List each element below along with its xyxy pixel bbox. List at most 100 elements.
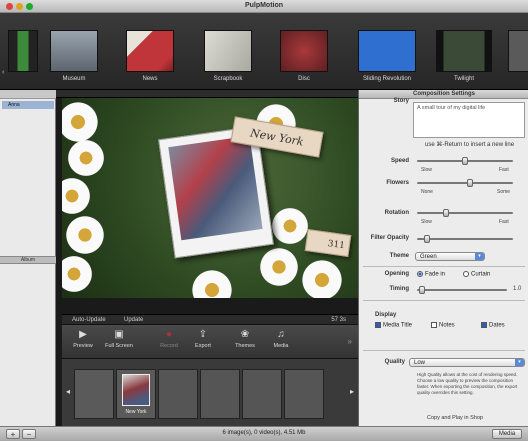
flowers-max-label: Some [497, 189, 511, 195]
theme-item-twilight[interactable]: Twilight [436, 30, 492, 88]
theme-item-7[interactable] [508, 30, 528, 88]
filter-opacity-slider[interactable] [417, 235, 513, 243]
rotation-slider[interactable] [417, 209, 513, 217]
rotation-min-label: Slow [421, 219, 432, 225]
section-divider [363, 350, 525, 351]
daisy-decoration [270, 206, 310, 246]
strip-left-arrow-icon[interactable]: ‹ [2, 69, 4, 76]
theme-label: Scrapbook [213, 76, 243, 82]
filmstrip-right-arrow-icon[interactable]: ▸ [348, 387, 356, 396]
media-toggle-button[interactable]: Media [492, 429, 522, 439]
quality-label: Quality [384, 359, 405, 365]
status-bar: + − 6 image(s), 0 video(s), 4.51 Mb Medi… [0, 426, 528, 441]
speed-max-label: Fast [499, 167, 509, 173]
chevron-down-icon: ▾ [515, 359, 524, 366]
checkbox-label: Dates [489, 322, 505, 329]
theme-item-museum[interactable]: Museum [50, 30, 98, 88]
theme-item-sliding-revolution[interactable]: Sliding Revolution [358, 30, 416, 88]
timing-slider-knob[interactable] [418, 286, 425, 294]
preview-button[interactable]: ▶ Preview [66, 328, 100, 358]
section-divider [363, 266, 525, 267]
opening-fade-in-radio[interactable]: Fade in [417, 271, 445, 278]
dates-checkbox[interactable]: Dates [481, 322, 505, 329]
media-label: Media [273, 343, 289, 349]
rotation-slider-knob[interactable] [442, 209, 449, 217]
theme-item-news[interactable]: News [126, 30, 174, 88]
filter-opacity-slider-knob[interactable] [423, 235, 430, 243]
sidebar-item-album[interactable]: Anna [2, 101, 54, 109]
toolbar-more-icon[interactable]: » [348, 337, 352, 346]
export-icon: ⇪ [198, 329, 208, 340]
speed-slider-knob[interactable] [462, 157, 468, 165]
window-title: PulpMotion [244, 2, 284, 9]
daisy-decoration [62, 254, 94, 294]
checkbox-label: Media Title [383, 322, 413, 329]
main-toolbar: ▶ Preview ▣ Full Screen ● Record ⇪ Expor… [62, 324, 358, 358]
filmstrip-left-arrow-icon[interactable]: ◂ [64, 387, 72, 396]
notes-checkbox[interactable]: Notes [431, 322, 455, 329]
timing-slider[interactable] [417, 286, 507, 294]
checkbox-box [431, 322, 437, 328]
filmstrip-frame-selected[interactable]: New York [116, 369, 156, 419]
full-screen-label: Full Screen [105, 343, 133, 349]
quality-select-value: Low [414, 360, 426, 366]
quality-note: High Quality allows at the cost of rende… [417, 372, 518, 395]
story-textarea[interactable]: A small tour of my digital life [413, 102, 525, 138]
sidebar-separator-label: Album [20, 257, 36, 263]
theme-select[interactable]: Green ▾ [415, 252, 485, 261]
radio-label: Curtain [471, 271, 491, 278]
daisy-decoration [258, 246, 300, 288]
story-label: Story [393, 98, 409, 104]
checkbox-label: Notes [439, 322, 455, 329]
copy-play-link[interactable]: Copy and Play in Shop [427, 415, 483, 421]
opening-curtain-radio[interactable]: Curtain [463, 271, 490, 278]
theme-thumbnail [436, 30, 492, 72]
theme-thumbnail [508, 30, 528, 72]
photo-image [168, 135, 263, 241]
sidebar-separator: Album [0, 256, 56, 264]
theme-label: News [142, 76, 158, 82]
speed-label: Speed [390, 158, 409, 164]
theme-item-disc[interactable]: Disc [280, 30, 328, 88]
filmstrip-slot[interactable] [284, 369, 324, 419]
speed-slider[interactable] [417, 157, 513, 165]
flowers-slider-knob[interactable] [466, 179, 473, 187]
filmstrip-slot[interactable] [200, 369, 240, 419]
theme-item-scrapbook[interactable]: Scrapbook [204, 30, 252, 88]
record-button[interactable]: ● Record [152, 328, 186, 358]
chevron-down-icon: ▾ [475, 253, 484, 260]
flowers-label: Flowers [386, 180, 409, 186]
theme-label: Disc [298, 76, 310, 82]
media-icon: ♫ [277, 329, 285, 340]
media-title-checkbox[interactable]: Media Title [375, 322, 412, 329]
daisy-decoration [62, 100, 100, 144]
daisy-decoration [190, 268, 234, 298]
filmstrip-slot[interactable] [158, 369, 198, 419]
theme-thumbnail [358, 30, 416, 72]
rotation-label: Rotation [384, 210, 409, 216]
themes-label: Themes [235, 343, 255, 349]
theme-thumbnail [126, 30, 174, 72]
preview-label: Preview [73, 343, 93, 349]
export-button[interactable]: ⇪ Export [186, 328, 220, 358]
flower-icon: ❀ [240, 329, 250, 340]
theme-item-0[interactable] [8, 30, 38, 88]
theme-select-value: Green [420, 254, 437, 260]
daisy-decoration [300, 258, 344, 298]
themes-button[interactable]: ❀ Themes [228, 328, 262, 358]
filmstrip-slot[interactable] [74, 369, 114, 419]
rotation-max-label: Fast [499, 219, 509, 225]
daisy-decoration [66, 138, 106, 178]
media-button[interactable]: ♫ Media [264, 328, 298, 358]
checkbox-box [375, 322, 381, 328]
filmstrip-slot[interactable] [242, 369, 282, 419]
flowers-slider[interactable] [417, 179, 513, 187]
preview-canvas[interactable]: New York 311 [62, 98, 358, 298]
full-screen-button[interactable]: ▣ Full Screen [102, 328, 136, 358]
theme-label: Museum [62, 76, 86, 82]
theme-thumbnail [50, 30, 98, 72]
media-filmstrip: ◂ New York ▸ [62, 358, 358, 426]
record-icon: ● [165, 329, 173, 340]
quality-select[interactable]: Low ▾ [409, 358, 525, 367]
play-icon: ▶ [79, 329, 87, 340]
